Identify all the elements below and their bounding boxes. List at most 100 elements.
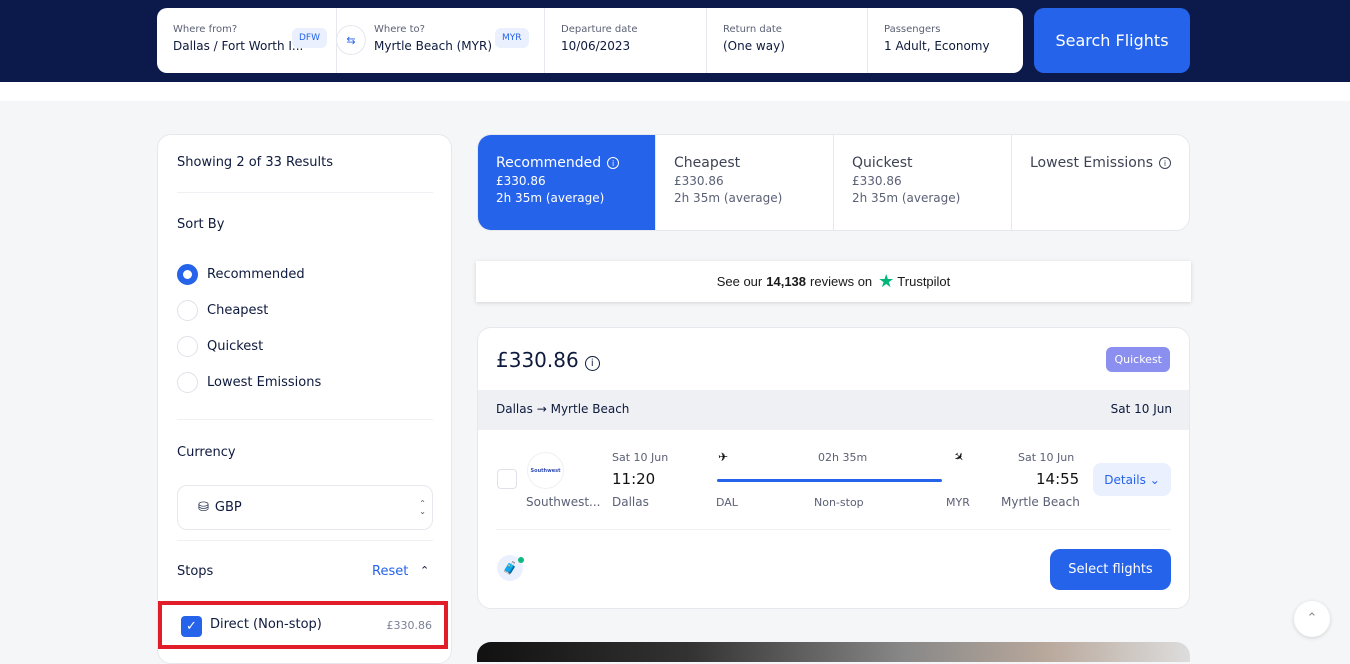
divider (177, 419, 433, 420)
arrival-city: Myrtle Beach (1001, 495, 1080, 509)
landing-icon: ✈ (950, 448, 968, 466)
details-button[interactable]: Details ⌄ (1093, 463, 1171, 496)
currency-exchange-icon: ⛁ (198, 500, 209, 515)
info-icon[interactable]: i (584, 356, 600, 371)
included-dot-icon (518, 557, 524, 563)
departure-airport-code: DAL (716, 496, 738, 509)
stops-option-direct[interactable]: ✓ Direct (Non-stop) £330.86 (158, 601, 448, 649)
route-to: Myrtle Beach (550, 402, 630, 416)
results-count: Showing 2 of 33 Results (177, 155, 333, 170)
promo-banner (477, 642, 1190, 662)
select-arrows-icon: ⌃ ⌄ (419, 499, 426, 516)
currency-value: GBP (214, 500, 242, 515)
stops-reset-link[interactable]: Reset (372, 564, 408, 579)
tab-quickest[interactable]: Quickest £330.86 2h 35m (average) (834, 135, 1012, 230)
route-date: Sat 10 Jun (1110, 402, 1172, 416)
departure-time: 11:20 (612, 470, 656, 488)
airline-logo: Southwest (527, 452, 564, 489)
header-strip (0, 82, 1350, 101)
chevron-down-icon: ⌄ (1149, 472, 1160, 487)
sort-by-title: Sort By (177, 217, 225, 232)
tab-duration: 2h 35m (average) (496, 191, 605, 205)
details-label: Details (1104, 472, 1146, 487)
to-code-badge: MYR (495, 28, 529, 48)
departure-date: Sat 10 Jun (612, 451, 669, 464)
tab-cheapest[interactable]: Cheapest £330.86 2h 35m (average) (656, 135, 834, 230)
info-icon[interactable]: i (607, 157, 620, 169)
tab-name: Quickest (852, 155, 913, 171)
departure-date-field[interactable]: Departure date 10/06/2023 (545, 8, 707, 73)
info-icon[interactable]: i (1159, 157, 1171, 169)
radio-icon (177, 336, 198, 357)
route-summary: Dallas → Myrtle Beach (496, 402, 629, 416)
departure-value: 10/06/2023 (561, 39, 631, 53)
from-field[interactable]: Where from? Dallas / Fort Worth I... DFW (157, 8, 337, 73)
passengers-field[interactable]: Passengers 1 Adult, Economy (868, 8, 1023, 73)
divider (177, 192, 433, 193)
tab-price: £330.86 (674, 174, 724, 188)
stops-option-label: Direct (Non-stop) (210, 617, 322, 632)
tab-name: Lowest Emissions (1030, 155, 1153, 171)
departure-city: Dallas (612, 495, 649, 509)
trustpilot-brand: Trustpilot (897, 274, 951, 289)
trustpilot-banner[interactable]: See our 14,138 reviews on ★ Trustpilot (476, 261, 1191, 302)
trustpilot-prefix: See our (716, 274, 763, 289)
sort-option-label: Quickest (207, 339, 264, 354)
scroll-to-top-button[interactable]: ⌃ (1294, 601, 1330, 637)
route-bar: Dallas → Myrtle Beach Sat 10 Jun (478, 390, 1189, 430)
return-date-field[interactable]: Return date (One way) (707, 8, 868, 73)
return-label: Return date (723, 24, 782, 35)
tab-duration: 2h 35m (average) (674, 191, 783, 205)
trustpilot-suffix: reviews on (810, 274, 873, 289)
radio-selected-icon (177, 264, 198, 285)
currency-title: Currency (177, 445, 236, 460)
sort-option-recommended[interactable]: Recommended (177, 264, 305, 285)
checkbox-checked-icon[interactable]: ✓ (181, 616, 202, 637)
stops-title: Stops (177, 564, 214, 579)
sort-option-label: Recommended (207, 267, 305, 282)
arrival-time: 14:55 (1036, 470, 1080, 488)
passengers-value: 1 Adult, Economy (884, 39, 990, 53)
stops-option-price: £330.86 (386, 619, 433, 632)
tab-name: Cheapest (674, 155, 741, 171)
tab-name: Recommended (496, 155, 602, 171)
price-value: £330.86 (496, 348, 579, 372)
radio-icon (177, 300, 198, 321)
radio-icon (177, 372, 198, 393)
tab-lowest-emissions[interactable]: Lowest Emissions i (1012, 135, 1189, 230)
tab-duration: 2h 35m (average) (852, 191, 961, 205)
search-flights-button[interactable]: Search Flights (1034, 8, 1190, 73)
sort-option-quickest[interactable]: Quickest (177, 336, 263, 357)
arrival-date: Sat 10 Jun (1018, 451, 1075, 464)
return-value: (One way) (723, 39, 785, 53)
quickest-badge: Quickest (1106, 347, 1170, 372)
to-field[interactable]: Where to? Myrtle Beach (MYR) MYR (337, 8, 545, 73)
tab-price: £330.86 (852, 174, 902, 188)
flight-search-form: Where from? Dallas / Fort Worth I... DFW… (157, 8, 1023, 73)
filters-sidebar: Showing 2 of 33 Results Sort By Recommen… (157, 134, 452, 664)
tab-recommended[interactable]: Recommended i £330.86 2h 35m (average) (478, 135, 656, 230)
takeoff-icon: ✈ (718, 450, 729, 464)
flight-duration: 02h 35m (818, 451, 868, 464)
arrival-airport-code: MYR (946, 496, 970, 509)
result-price: £330.86 i (496, 348, 600, 372)
flight-select-checkbox[interactable] (497, 469, 517, 489)
divider (177, 540, 433, 541)
trustpilot-review-count: 14,138 (766, 274, 807, 289)
airline-name: Southwest... (526, 495, 601, 509)
trustpilot-star-icon: ★ (878, 271, 895, 291)
arrow-right-icon: → (536, 402, 547, 416)
from-code-badge: DFW (292, 28, 328, 48)
sort-option-cheapest[interactable]: Cheapest (177, 300, 268, 321)
chevron-up-icon[interactable]: ⌃ (420, 564, 429, 577)
sort-tabs: Recommended i £330.86 2h 35m (average) Ch… (477, 134, 1190, 231)
stops-count: Non-stop (814, 496, 864, 509)
flight-result-card: £330.86 i Quickest Dallas → Myrtle Beach … (477, 327, 1190, 609)
route-from: Dallas (496, 402, 533, 416)
currency-select[interactable]: ⛁ GBP ⌃ ⌄ (177, 485, 433, 530)
sort-option-label: Lowest Emissions (207, 375, 322, 390)
select-flights-button[interactable]: Select flights (1050, 549, 1171, 590)
sort-option-lowest-emissions[interactable]: Lowest Emissions (177, 372, 321, 393)
flight-path-line (717, 479, 942, 482)
swap-icon[interactable]: ⇆ (336, 25, 366, 55)
